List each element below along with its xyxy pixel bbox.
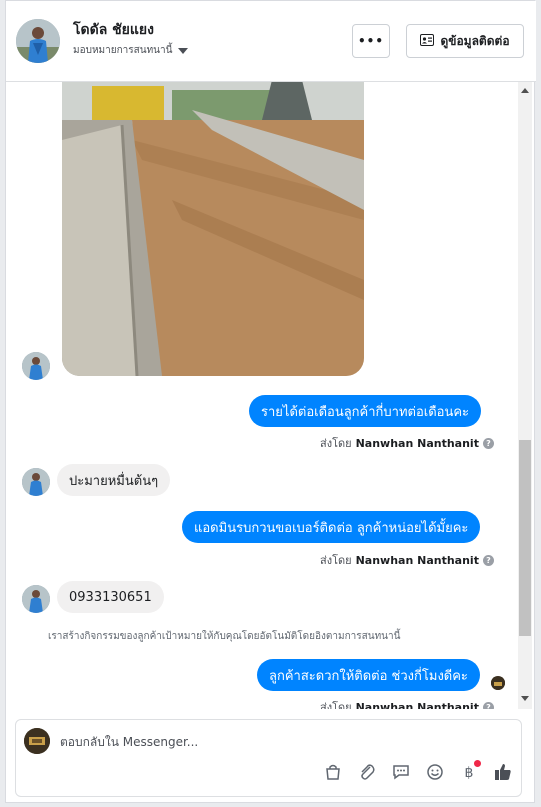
page-avatar: [24, 728, 50, 754]
notification-dot: [474, 760, 481, 767]
assign-label: มอบหมายการสนทนานี้: [73, 45, 173, 56]
help-icon[interactable]: ?: [482, 701, 494, 709]
conversation-header: โดดัล ชัยแยง มอบหมายการสนทนานี้ ••• ดูข้…: [6, 1, 536, 82]
bag-icon[interactable]: [321, 760, 345, 784]
contact-avatar-small: [22, 468, 50, 496]
sent-by-prefix: ส่งโดย: [320, 554, 352, 567]
contact-name: โดดัล ชัยแยง: [73, 22, 154, 38]
sent-by-label: ส่งโดย Nanwhan Nanthanit ?: [320, 698, 494, 709]
chevron-down-icon: [178, 47, 189, 54]
paperclip-icon[interactable]: [355, 760, 379, 784]
incoming-message[interactable]: 0933130651: [57, 581, 164, 613]
reply-composer: ฿: [15, 719, 522, 797]
scrollbar-thumb[interactable]: [519, 440, 531, 636]
sender-name: Nanwhan Nanthanit: [355, 553, 479, 567]
composer-toolbar: ฿: [321, 760, 515, 784]
sent-by-prefix: ส่งโดย: [320, 701, 352, 709]
sender-name: Nanwhan Nanthanit: [355, 700, 479, 710]
scroll-up-arrow-icon[interactable]: [521, 88, 529, 93]
help-icon[interactable]: ?: [482, 554, 494, 566]
read-receipt-avatar: [491, 676, 505, 690]
shared-photo[interactable]: [62, 82, 364, 376]
baht-icon[interactable]: ฿: [457, 760, 481, 784]
sent-by-label: ส่งโดย Nanwhan Nanthanit ?: [320, 551, 494, 569]
view-contact-label: ดูข้อมูลติดต่อ: [440, 33, 510, 48]
svg-text:฿: ฿: [465, 765, 474, 781]
message-list[interactable]: รายได้ต่อเดือนลูกค้ากี่บาทต่อเดือนคะ ส่ง…: [6, 82, 536, 709]
more-options-button[interactable]: •••: [352, 24, 390, 58]
conversation-panel: โดดัล ชัยแยง มอบหมายการสนทนานี้ ••• ดูข้…: [5, 0, 536, 803]
help-icon[interactable]: ?: [482, 437, 494, 449]
scroll-down-arrow-icon[interactable]: [521, 696, 529, 701]
contact-avatar-small: [22, 352, 50, 380]
reply-input[interactable]: [60, 730, 460, 754]
sender-name: Nanwhan Nanthanit: [355, 436, 479, 450]
assign-conversation-dropdown[interactable]: มอบหมายการสนทนานี้: [73, 43, 189, 58]
contact-avatar[interactable]: [16, 19, 60, 63]
outgoing-message[interactable]: ลูกค้าสะดวกให้ติดต่อ ช่วงกี่โมงดีคะ: [257, 659, 480, 691]
contact-card-icon: [420, 33, 435, 49]
view-contact-button[interactable]: ดูข้อมูลติดต่อ: [406, 24, 524, 58]
saved-reply-icon[interactable]: [389, 760, 413, 784]
scrollbar[interactable]: [518, 82, 532, 709]
contact-avatar-small: [22, 585, 50, 613]
like-icon[interactable]: [491, 760, 515, 784]
sent-by-label: ส่งโดย Nanwhan Nanthanit ?: [320, 434, 494, 452]
automated-activity-notice: เราสร้างกิจกรรมของลูกค้าเป้าหมายให้กับคุ…: [48, 631, 401, 642]
sent-by-prefix: ส่งโดย: [320, 437, 352, 450]
outgoing-message[interactable]: รายได้ต่อเดือนลูกค้ากี่บาทต่อเดือนคะ: [249, 395, 482, 427]
emoji-icon[interactable]: [423, 760, 447, 784]
incoming-message[interactable]: ปะมายหมื่นต้นๆ: [57, 464, 171, 496]
outgoing-message[interactable]: แอดมินรบกวนขอเบอร์ติดต่อ ลูกค้าหน่อยได้ม…: [182, 511, 481, 543]
